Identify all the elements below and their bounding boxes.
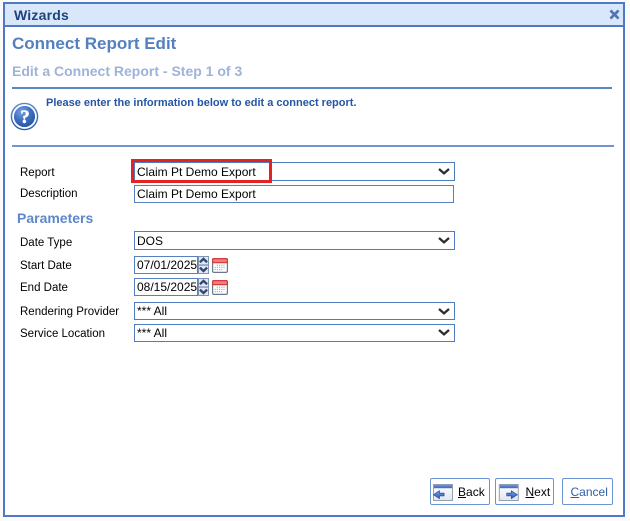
svg-text:?: ?	[20, 107, 30, 128]
